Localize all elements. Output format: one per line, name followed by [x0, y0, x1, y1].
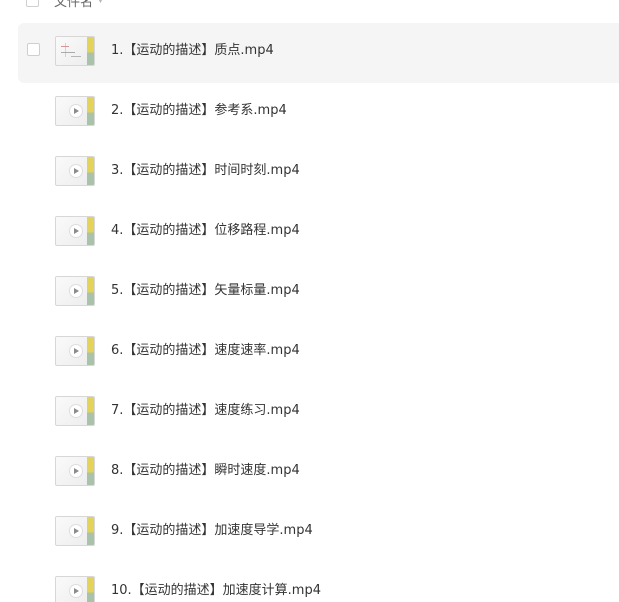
file-name[interactable]: 1.【运动的描述】质点.mp4 — [111, 43, 274, 59]
file-name[interactable]: 6.【运动的描述】速度速率.mp4 — [111, 343, 300, 359]
video-thumbnail[interactable] — [55, 336, 95, 366]
file-row-4[interactable]: 4.【运动的描述】位移路程.mp4 — [18, 203, 619, 263]
file-row-6[interactable]: 6.【运动的描述】速度速率.mp4 — [18, 323, 619, 383]
slide-preview-graphic — [59, 42, 83, 60]
video-thumbnail[interactable] — [55, 576, 95, 602]
file-name[interactable]: 5.【运动的描述】矢量标量.mp4 — [111, 283, 300, 299]
file-list-header: 文件名 ▼ — [18, 0, 619, 12]
file-name[interactable]: 7.【运动的描述】速度练习.mp4 — [111, 403, 300, 419]
file-row-2[interactable]: 2.【运动的描述】参考系.mp4 — [18, 83, 619, 143]
play-icon — [70, 465, 82, 477]
file-list-page: 文件名 ▼ 1.【运动的描述】质点.mp4 2.【运动的描述】参考系.mp4 3… — [0, 0, 619, 602]
file-row-5[interactable]: 5.【运动的描述】矢量标量.mp4 — [18, 263, 619, 323]
select-all-checkbox[interactable] — [26, 0, 39, 7]
file-name[interactable]: 3.【运动的描述】时间时刻.mp4 — [111, 163, 300, 179]
file-row-8[interactable]: 8.【运动的描述】瞬时速度.mp4 — [18, 443, 619, 503]
file-row-7[interactable]: 7.【运动的描述】速度练习.mp4 — [18, 383, 619, 443]
video-thumbnail[interactable] — [55, 216, 95, 246]
file-name[interactable]: 9.【运动的描述】加速度导学.mp4 — [111, 523, 313, 539]
video-thumbnail[interactable] — [55, 156, 95, 186]
play-icon — [70, 165, 82, 177]
file-row-10[interactable]: 10.【运动的描述】加速度计算.mp4 — [18, 563, 619, 602]
file-name[interactable]: 2.【运动的描述】参考系.mp4 — [111, 103, 287, 119]
file-name-column-header[interactable]: 文件名 — [54, 0, 93, 10]
video-thumbnail[interactable] — [55, 96, 95, 126]
video-thumbnail[interactable] — [55, 36, 95, 66]
file-row-9[interactable]: 9.【运动的描述】加速度导学.mp4 — [18, 503, 619, 563]
file-row-1[interactable]: 1.【运动的描述】质点.mp4 — [18, 23, 619, 83]
sort-caret-down-icon[interactable]: ▼ — [97, 0, 104, 5]
play-icon — [70, 345, 82, 357]
video-thumbnail[interactable] — [55, 516, 95, 546]
play-icon — [70, 585, 82, 597]
play-icon — [70, 405, 82, 417]
play-icon — [70, 525, 82, 537]
video-thumbnail[interactable] — [55, 456, 95, 486]
file-row-checkbox[interactable] — [27, 43, 40, 56]
video-thumbnail[interactable] — [55, 276, 95, 306]
play-icon — [70, 285, 82, 297]
file-list: 1.【运动的描述】质点.mp4 2.【运动的描述】参考系.mp4 3.【运动的描… — [18, 23, 619, 602]
file-name[interactable]: 10.【运动的描述】加速度计算.mp4 — [111, 583, 321, 599]
file-name[interactable]: 4.【运动的描述】位移路程.mp4 — [111, 223, 300, 239]
file-row-3[interactable]: 3.【运动的描述】时间时刻.mp4 — [18, 143, 619, 203]
video-thumbnail[interactable] — [55, 396, 95, 426]
play-icon — [70, 225, 82, 237]
file-name[interactable]: 8.【运动的描述】瞬时速度.mp4 — [111, 463, 300, 479]
play-icon — [70, 105, 82, 117]
